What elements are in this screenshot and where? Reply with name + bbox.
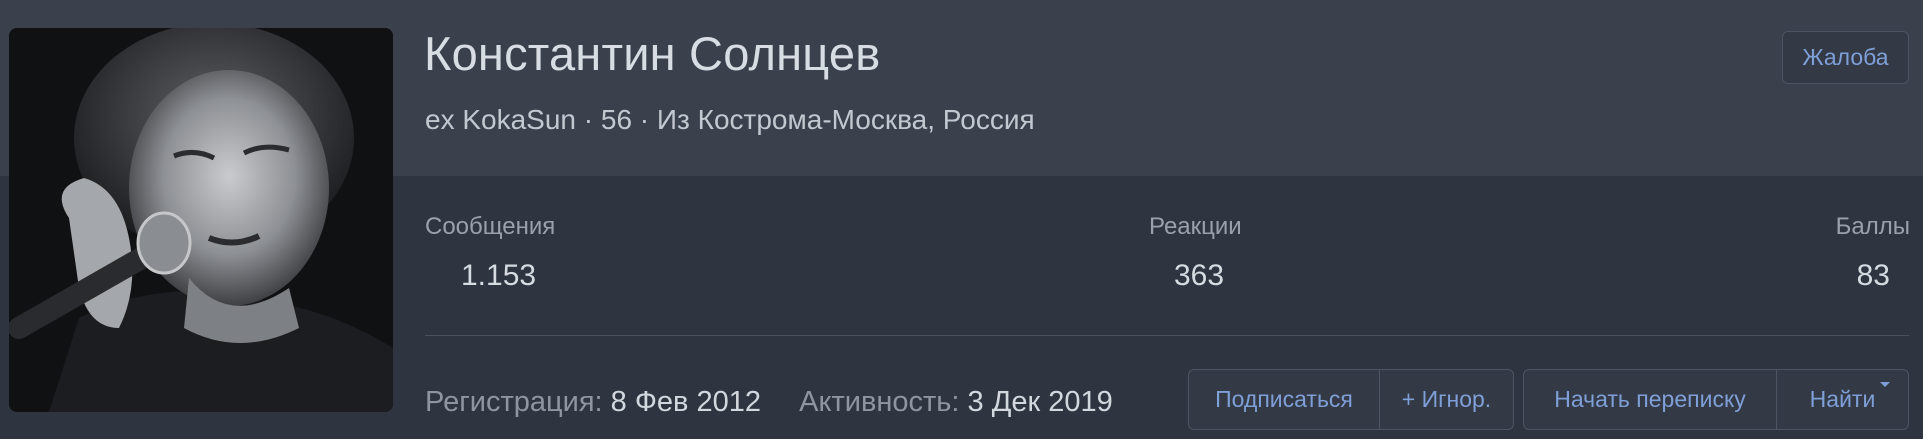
stats-divider — [425, 335, 1909, 336]
activity-date: 3 Дек 2019 — [967, 386, 1113, 418]
activity-label: Активность: — [799, 386, 960, 418]
registration-label: Регистрация: — [425, 386, 603, 418]
follow-button[interactable]: Подписаться — [1189, 370, 1379, 429]
start-conversation-button[interactable]: Начать переписку — [1524, 370, 1776, 429]
avatar-photo — [9, 28, 393, 412]
stat-messages-value[interactable]: 1.153 — [425, 259, 555, 293]
follow-button-group: Подписаться + Игнор. — [1188, 369, 1514, 430]
conversation-button-group: Начать переписку Найти — [1523, 369, 1909, 430]
report-button[interactable]: Жалоба — [1782, 31, 1909, 84]
find-menu-button[interactable]: Найти — [1776, 370, 1908, 429]
stat-points[interactable]: Баллы 83 — [1836, 213, 1910, 293]
stat-points-label: Баллы — [1835, 213, 1910, 240]
profile-name: Константин Солнцев — [424, 27, 881, 80]
stat-points-value[interactable]: 83 — [1836, 259, 1910, 293]
stat-messages[interactable]: Сообщения 1.153 — [425, 213, 555, 293]
stat-reactions-value[interactable]: 363 — [1149, 259, 1242, 293]
profile-blurb: ex KokaSun · 56 · Из Кострома-Москва, Ро… — [425, 104, 1035, 135]
avatar[interactable] — [9, 28, 393, 412]
find-menu-label: Найти — [1809, 386, 1876, 412]
stat-reactions-label: Реакции — [1149, 213, 1242, 240]
member-meta: Регистрация: 8 Фев 2012 Активность: 3 Де… — [425, 386, 1113, 419]
chevron-down-icon — [1880, 382, 1890, 387]
stat-messages-label: Сообщения — [425, 213, 556, 240]
ignore-button[interactable]: + Игнор. — [1379, 370, 1513, 429]
registration-date: 8 Фев 2012 — [610, 386, 761, 418]
stat-reactions[interactable]: Реакции 363 — [1149, 213, 1242, 293]
